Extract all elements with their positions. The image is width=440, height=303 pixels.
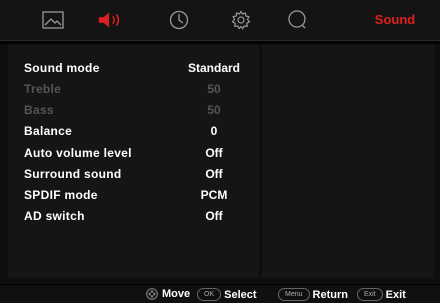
menu-item-bass: Bass 50 — [8, 99, 259, 120]
clock-icon — [169, 10, 189, 30]
menu-item-value: 50 — [207, 103, 221, 117]
menu-item-surround-sound[interactable]: Surround sound Off — [8, 163, 259, 184]
key-hint-bar: Move OK Select Menu Return Exit Exit — [0, 285, 440, 303]
hint-return-label: Return — [312, 288, 348, 301]
menu-item-value: Off — [205, 209, 223, 223]
hint-exit: Exit Exit — [357, 288, 406, 301]
menu-item-label: Sound mode — [24, 61, 100, 75]
hint-return: Menu Return — [278, 288, 348, 301]
menu-item-label: Balance — [24, 124, 73, 138]
menu-item-value: 0 — [210, 124, 218, 138]
tab-search[interactable] — [285, 7, 311, 33]
tab-time[interactable] — [166, 7, 192, 33]
menu-key-icon: Menu — [278, 288, 310, 301]
hint-move: Move — [146, 288, 190, 300]
sound-icon — [98, 12, 120, 28]
menu-item-label: Surround sound — [24, 167, 122, 181]
menu-item-label: SPDIF mode — [24, 188, 98, 202]
hint-exit-label: Exit — [385, 288, 406, 301]
menu-item-treble: Treble 50 — [8, 78, 259, 99]
menu-item-value: 50 — [207, 82, 221, 96]
nav-pad-icon — [146, 288, 158, 300]
top-menu-bar: Sound — [0, 0, 440, 41]
menu-item-label: AD switch — [24, 209, 85, 223]
section-title: Sound — [374, 12, 416, 27]
menu-item-value: Standard — [187, 61, 240, 75]
picture-icon — [42, 11, 64, 29]
menu-item-value: PCM — [200, 188, 228, 202]
hint-select-label: Select — [224, 288, 257, 301]
menu-item-ad-switch[interactable]: AD switch Off — [8, 205, 259, 226]
menu-item-balance[interactable]: Balance 0 — [8, 120, 259, 141]
tab-sound[interactable] — [97, 7, 123, 33]
gear-icon — [231, 10, 251, 30]
menu-item-label: Bass — [24, 103, 54, 117]
ok-key-icon: OK — [197, 288, 222, 301]
detail-pane — [262, 44, 434, 278]
tab-settings[interactable] — [228, 7, 254, 33]
exit-key-icon: Exit — [357, 288, 383, 301]
menu-item-auto-volume-level[interactable]: Auto volume level Off — [8, 142, 259, 163]
hint-select: OK Select — [197, 288, 257, 301]
menu-item-spdif-mode[interactable]: SPDIF mode PCM — [8, 184, 259, 205]
menu-item-label: Treble — [24, 82, 62, 96]
menu-item-label: Auto volume level — [24, 146, 132, 160]
menu-item-sound-mode[interactable]: Sound mode Standard — [8, 57, 259, 78]
menu-item-value: Off — [205, 167, 223, 181]
menu-item-value: Off — [205, 146, 223, 160]
search-icon — [288, 10, 306, 29]
tab-picture[interactable] — [40, 7, 66, 33]
hint-move-label: Move — [162, 288, 191, 300]
